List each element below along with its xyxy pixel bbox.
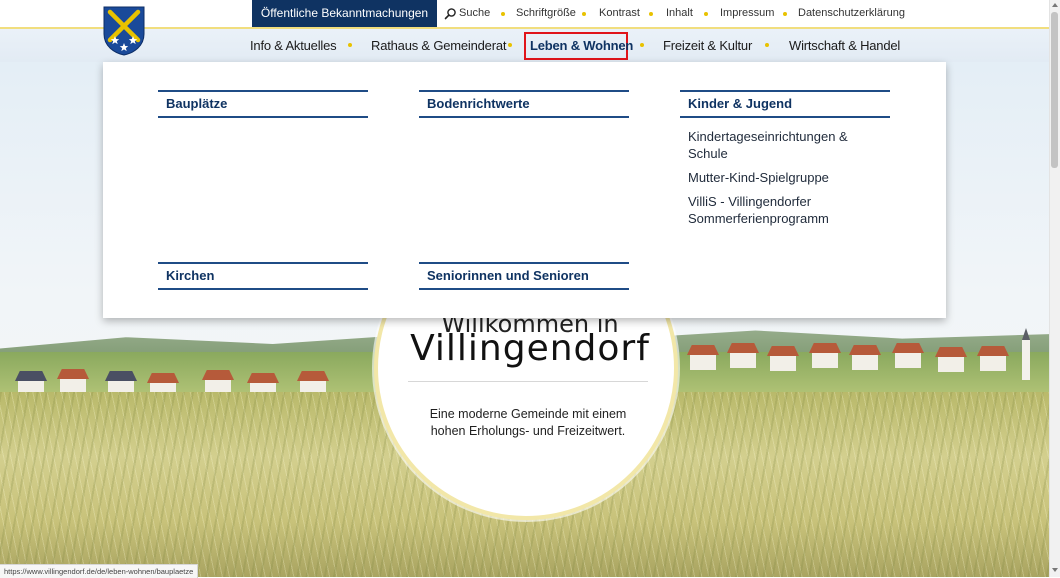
contents-link[interactable]: Inhalt xyxy=(666,0,693,27)
privacy-link[interactable]: Datenschutzerklärung xyxy=(798,0,905,27)
welcome-divider xyxy=(408,381,648,382)
separator-dot xyxy=(649,12,653,16)
public-notices-button[interactable]: Öffentliche Bekanntmachungen xyxy=(252,0,437,27)
village-house xyxy=(938,356,964,372)
menu-link-kindertageseinrichtungen[interactable]: Kindertageseinrichtungen & Schule xyxy=(680,128,868,162)
separator-dot xyxy=(783,12,787,16)
nav-item-leben-wohnen[interactable]: Leben & Wohnen xyxy=(530,29,633,62)
separator-dot xyxy=(508,43,512,47)
nav-item-freizeit-kultur[interactable]: Freizeit & Kultur xyxy=(663,29,752,62)
menu-heading-kirchen[interactable]: Kirchen xyxy=(158,262,368,290)
nav-item-wirtschaft-handel[interactable]: Wirtschaft & Handel xyxy=(789,29,900,62)
separator-dot xyxy=(501,12,505,16)
welcome-text: Eine moderne Gemeinde mit einem hohen Er… xyxy=(429,407,627,438)
village-house xyxy=(730,352,756,368)
menu-link-villis[interactable]: VilliS - Villingendorfer Sommerferienpro… xyxy=(680,193,868,227)
menu-column-bodenrichtwerte: Bodenrichtwerte xyxy=(419,90,629,118)
contrast-link[interactable]: Kontrast xyxy=(599,0,640,27)
village-house xyxy=(852,354,878,370)
menu-column-bauplaetze: Bauplätze xyxy=(158,90,368,118)
menu-column-senioren: Seniorinnen und Senioren xyxy=(419,262,629,290)
menu-heading-bauplaetze[interactable]: Bauplätze xyxy=(158,90,368,118)
coat-of-arms-logo[interactable] xyxy=(103,6,145,56)
separator-dot xyxy=(348,43,352,47)
scrollbar-thumb[interactable] xyxy=(1051,12,1058,168)
nav-item-rathaus-gemeinderat[interactable]: Rathaus & Gemeinderat xyxy=(371,29,506,62)
font-size-link[interactable]: Schriftgröße xyxy=(516,0,576,27)
separator-dot xyxy=(704,12,708,16)
nav-item-info-aktuelles[interactable]: Info & Aktuelles xyxy=(250,29,337,62)
menu-heading-senioren[interactable]: Seniorinnen und Senioren xyxy=(419,262,629,290)
leben-wohnen-dropdown: Bauplätze Bodenrichtwerte Kinder & Jugen… xyxy=(103,62,946,318)
village-house xyxy=(980,355,1006,371)
menu-column-kinder-jugend: Kinder & Jugend Kindertageseinrichtungen… xyxy=(680,90,890,227)
page: Willkommen in Villingendorf Eine moderne… xyxy=(0,0,1049,577)
separator-dot xyxy=(640,43,644,47)
village-house xyxy=(690,354,716,370)
search-link[interactable]: Suche xyxy=(459,0,490,27)
menu-heading-kinder-jugend[interactable]: Kinder & Jugend xyxy=(680,90,890,118)
menu-link-mutter-kind-spielgruppe[interactable]: Mutter-Kind-Spielgruppe xyxy=(680,169,890,186)
village-house xyxy=(770,355,796,371)
menu-heading-bodenrichtwerte[interactable]: Bodenrichtwerte xyxy=(419,90,629,118)
church-tower xyxy=(1022,340,1030,380)
welcome-title: Villingendorf xyxy=(410,328,650,369)
village-house xyxy=(812,352,838,368)
menu-column-kirchen: Kirchen xyxy=(158,262,368,290)
separator-dot xyxy=(765,43,769,47)
scroll-down-arrow-icon[interactable] xyxy=(1052,568,1058,572)
separator-dot xyxy=(582,12,586,16)
village-house xyxy=(895,352,921,368)
search-icon[interactable] xyxy=(444,7,457,20)
link-status-url: https://www.villingendorf.de/de/leben-wo… xyxy=(0,564,199,578)
imprint-link[interactable]: Impressum xyxy=(720,0,774,27)
scroll-up-arrow-icon[interactable] xyxy=(1052,3,1058,7)
